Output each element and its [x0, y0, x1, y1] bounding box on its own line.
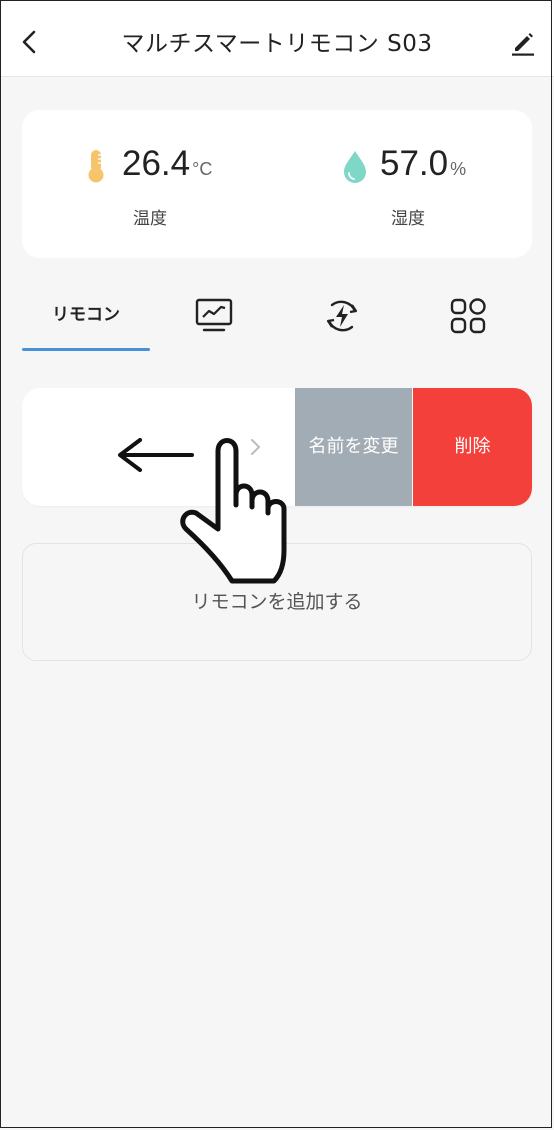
energy-cycle-icon [326, 300, 358, 332]
water-drop-icon [344, 151, 366, 183]
humidity-label: 湿度 [391, 209, 425, 229]
humidity-unit: % [450, 159, 467, 179]
humidity-sensor: 57.0% 湿度 [340, 144, 554, 236]
thermometer-icon [88, 150, 104, 183]
grid-apps-icon [450, 298, 486, 334]
tab-remote[interactable]: リモコン [22, 290, 150, 350]
tab-bar: リモコン [0, 290, 554, 352]
delete-button[interactable]: 削除 [413, 388, 532, 506]
tab-energy[interactable] [308, 290, 376, 350]
humidity-value: 57.0% [380, 144, 467, 183]
tab-monitor[interactable] [180, 290, 248, 350]
temperature-label: 温度 [133, 209, 167, 229]
edit-button[interactable] [508, 26, 538, 58]
back-button[interactable] [14, 26, 44, 58]
temperature-value: 26.4 °C [122, 144, 213, 183]
tab-apps[interactable] [434, 290, 502, 350]
active-tab-indicator [22, 348, 150, 351]
chevron-left-icon [22, 30, 36, 54]
top-bar: マルチスマートリモコン S03 [0, 0, 554, 77]
temperature-unit: °C [192, 159, 213, 179]
swipe-left-gesture-icon [118, 438, 287, 584]
page-title: マルチスマートリモコン S03 [121, 31, 433, 57]
temperature-sensor: 26.4 °C 温度 [82, 144, 302, 236]
pencil-icon [512, 33, 534, 56]
sensor-card: 26.4 °C 温度 57.0% 湿度 [22, 110, 532, 258]
rename-button[interactable]: 名前を変更 [295, 388, 412, 506]
tab-remote-label: リモコン [52, 305, 120, 325]
monitor-chart-icon [195, 298, 233, 332]
